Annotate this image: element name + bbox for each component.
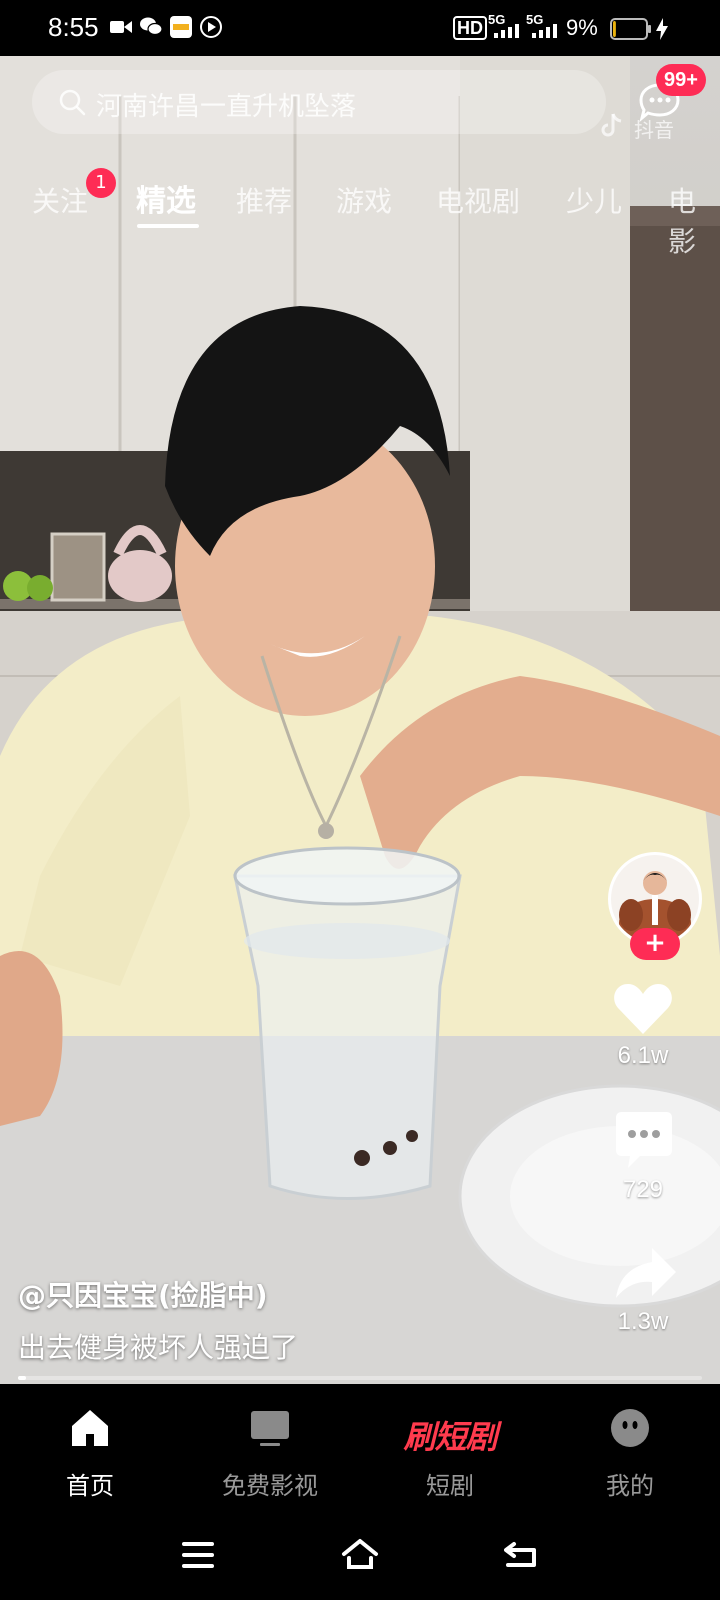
bottom-navigation: 首页 免费影视 刷短剧 短剧 我的 xyxy=(0,1384,720,1510)
message-badge: 99+ xyxy=(656,64,706,96)
brand-watermark: 抖音 xyxy=(634,118,674,142)
active-tab-underline xyxy=(137,224,199,228)
tab-recommended[interactable]: 推荐 xyxy=(236,180,292,220)
nav-home-label: 首页 xyxy=(66,1472,114,1500)
comment-icon[interactable] xyxy=(614,1110,674,1170)
tab-movies[interactable]: 电影 xyxy=(668,180,720,260)
following-badge: 1 xyxy=(86,168,116,198)
charging-icon xyxy=(656,18,668,40)
share-count: 1.3w xyxy=(617,1308,669,1335)
tv-icon xyxy=(251,1411,289,1446)
nav-short-drama-label: 短剧 xyxy=(426,1472,474,1500)
nav-free-video[interactable]: 免费影视 xyxy=(180,1384,360,1510)
status-bar: 8:55 HD 5G 5G 9% xyxy=(0,0,720,56)
battery-percent: 9% xyxy=(566,15,598,40)
system-navigation-bar xyxy=(0,1510,720,1600)
status-time: 8:55 xyxy=(48,12,99,42)
video-progress-fill xyxy=(18,1376,26,1380)
home-icon xyxy=(72,1410,108,1446)
video-call-icon xyxy=(110,21,132,33)
search-placeholder: 河南许昌一直升机坠落 xyxy=(96,92,357,122)
video-player[interactable]: 河南许昌一直升机坠落 99+ 抖音 关注 精选 推荐 游戏 电视剧 少儿 电影 … xyxy=(0,56,720,1384)
tab-games[interactable]: 游戏 xyxy=(336,180,392,220)
douyin-logo-icon xyxy=(601,113,622,137)
hd-indicator: HD xyxy=(453,16,487,40)
video-progress-bar[interactable] xyxy=(18,1376,702,1380)
search-icon xyxy=(59,89,86,116)
wechat-icon xyxy=(140,17,162,36)
nav-short-drama[interactable]: 刷短剧 短剧 xyxy=(360,1384,540,1510)
app-notification-icon xyxy=(170,16,192,38)
tab-kids[interactable]: 少儿 xyxy=(566,180,622,220)
back-icon[interactable] xyxy=(504,1540,538,1568)
tab-tv-series[interactable]: 电视剧 xyxy=(436,180,520,220)
nav-home[interactable]: 首页 xyxy=(0,1384,180,1510)
like-count: 6.1w xyxy=(617,1042,669,1069)
share-icon[interactable] xyxy=(614,1246,678,1300)
author-name[interactable]: @只因宝宝(捡脂中) xyxy=(18,1274,268,1314)
signal-1-icon xyxy=(494,24,519,38)
signal-2-icon xyxy=(532,24,557,38)
nav-free-video-label: 免费影视 xyxy=(222,1472,318,1500)
profile-icon xyxy=(611,1409,649,1447)
battery-icon xyxy=(610,18,651,40)
nav-profile[interactable]: 我的 xyxy=(540,1384,720,1510)
media-notification-icon xyxy=(200,16,222,38)
follow-button[interactable]: + xyxy=(630,928,680,960)
nav-profile-label: 我的 xyxy=(606,1472,654,1500)
home-button-icon[interactable] xyxy=(340,1538,380,1570)
tab-featured[interactable]: 精选 xyxy=(136,176,196,220)
comment-count: 729 xyxy=(622,1176,664,1203)
menu-icon[interactable] xyxy=(182,1542,214,1568)
video-caption: 出去健身被坏人强迫了 xyxy=(18,1331,299,1364)
short-drama-brand: 刷短剧 xyxy=(403,1418,497,1456)
like-icon[interactable] xyxy=(612,980,674,1036)
tab-following[interactable]: 关注 xyxy=(32,180,88,220)
